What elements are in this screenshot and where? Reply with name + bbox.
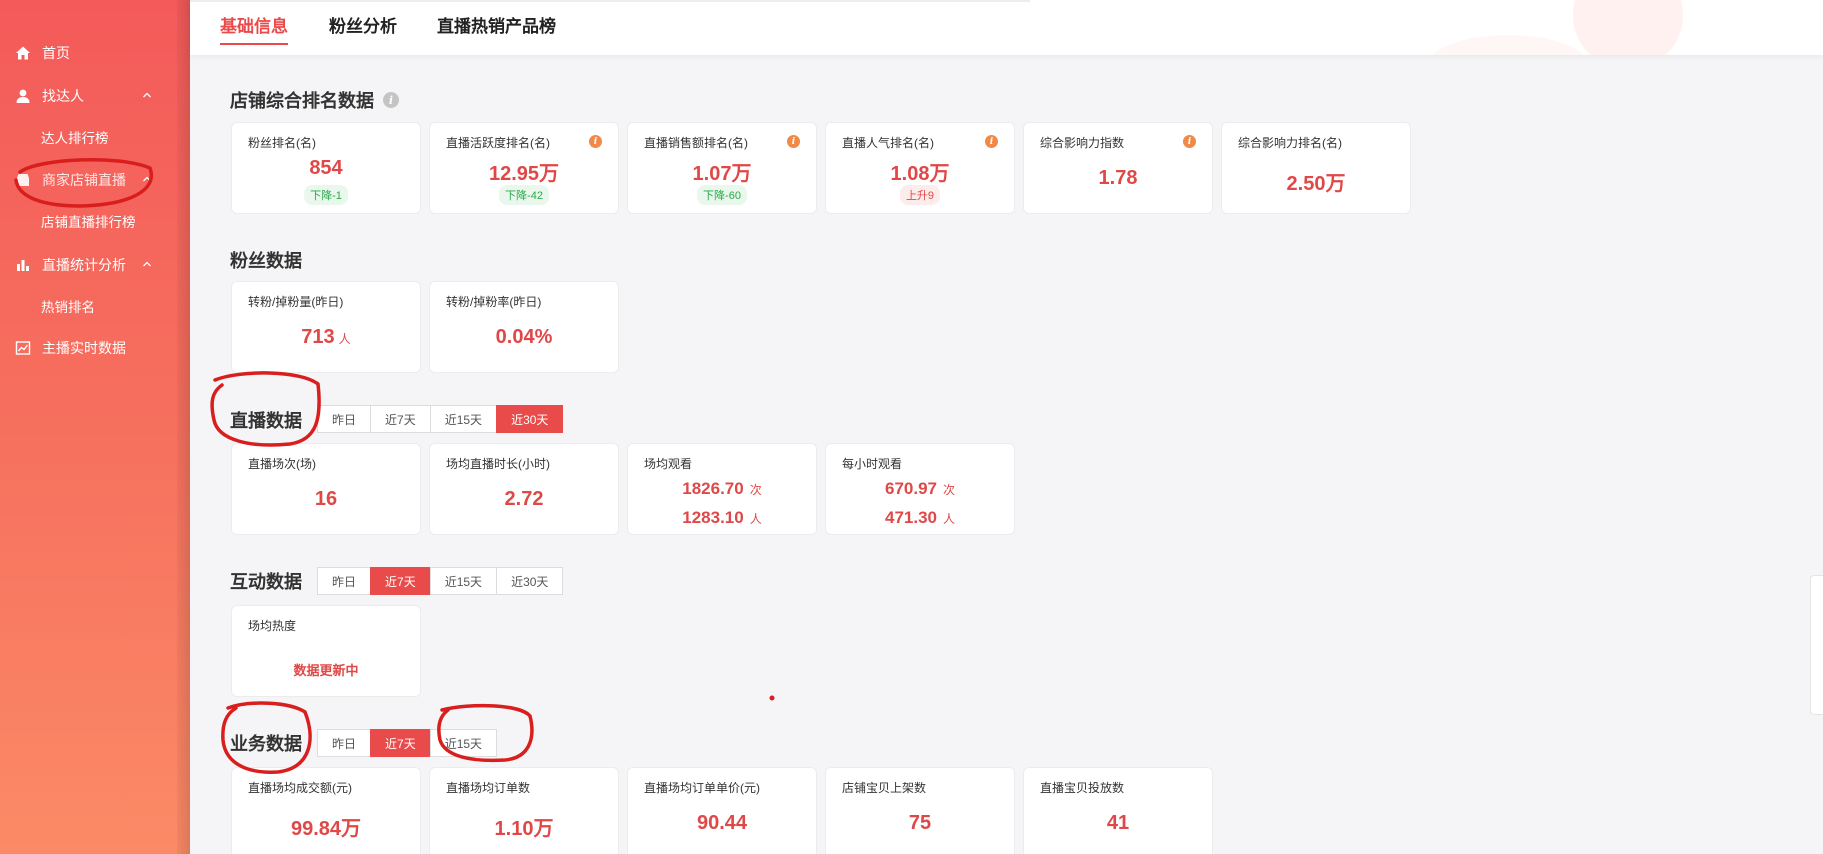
trend-badge: 上升9 — [899, 185, 941, 205]
card-store-listed-items: 店铺宝贝上架数 75 — [825, 767, 1015, 854]
main-content: 基础信息 粉丝分析 直播热销产品榜 店铺综合排名数据 i 粉丝排名(名) 854… — [190, 0, 1823, 854]
card-fans-rate: 转粉/掉粉率(昨日) 0.04% — [429, 281, 619, 373]
sidebar-edge — [177, 0, 190, 854]
sidebar-subitem-influencer-ranking[interactable]: 达人排行榜 — [0, 119, 177, 155]
section-title-business: 业务数据 — [230, 734, 302, 754]
top-divider — [190, 0, 1030, 2]
card-influence-index: 综合影响力指数 i 1.78 — [1023, 122, 1213, 214]
trend-badge: 下降-42 — [499, 185, 549, 205]
sidebar-item-label: 找达人 — [42, 88, 84, 104]
card-avg-duration: 场均直播时长(小时) 2.72 — [429, 443, 619, 535]
tab-bar: 基础信息 粉丝分析 直播热销产品榜 — [190, 0, 1823, 55]
card-avg-orders: 直播场均订单数 1.10万 — [429, 767, 619, 854]
info-icon[interactable]: i — [383, 92, 399, 108]
sidebar-item-label: 主播实时数据 — [42, 340, 126, 356]
card-avg-gmv: 直播场均成交额(元) 99.84万 — [231, 767, 421, 854]
trend-badge: 下降-60 — [697, 185, 747, 205]
sidebar-item-label: 首页 — [42, 45, 70, 61]
status-updating: 数据更新中 — [293, 663, 359, 678]
filter-15-days[interactable]: 近15天 — [429, 729, 498, 757]
sidebar: 首页 找达人 达人排行榜 商家店铺直播 店铺直播排行榜 直播统计分析 热销排名 … — [0, 0, 190, 854]
business-period-filter: 昨日 近7天 近15天 — [317, 729, 498, 757]
filter-30-days[interactable]: 近30天 — [496, 567, 564, 595]
card-fans-change: 转粉/掉粉量(昨日) 713 人 — [231, 281, 421, 373]
sidebar-item-label: 直播统计分析 — [42, 257, 126, 273]
interact-period-filter: 昨日 近7天 近15天 近30天 — [317, 567, 564, 595]
sidebar-item-merchant-live[interactable]: 商家店铺直播 — [0, 160, 177, 200]
filter-7-days[interactable]: 近7天 — [370, 567, 431, 595]
decoration — [1428, 35, 1588, 55]
chevron-up-icon — [140, 257, 154, 271]
card-activity-rank: 直播活跃度排名(名) i 12.95万 下降-42 — [429, 122, 619, 214]
active-tab-indicator — [220, 43, 288, 45]
sidebar-item-find-influencer[interactable]: 找达人 — [0, 76, 177, 116]
sidebar-item-live-stats[interactable]: 直播统计分析 — [0, 245, 177, 285]
filter-yesterday[interactable]: 昨日 — [317, 729, 372, 757]
section-title-fans: 粉丝数据 — [230, 251, 302, 271]
sidebar-item-home[interactable]: 首页 — [0, 33, 177, 73]
card-avg-order-price: 直播场均订单单价(元) 90.44 — [627, 767, 817, 854]
card-hourly-views: 每小时观看 670.97 次 471.30 人 — [825, 443, 1015, 535]
sidebar-item-realtime-data[interactable]: 主播实时数据 — [0, 328, 177, 368]
section-title-interact: 互动数据 — [230, 572, 302, 592]
info-icon[interactable]: i — [589, 135, 602, 148]
user-icon — [14, 87, 32, 105]
filter-30-days[interactable]: 近30天 — [496, 405, 564, 433]
sidebar-subitem-store-live-ranking[interactable]: 店铺直播排行榜 — [0, 203, 177, 239]
sidebar-item-label: 商家店铺直播 — [42, 172, 126, 188]
chevron-up-icon — [140, 88, 154, 102]
card-influence-rank: 综合影响力排名(名) 2.50万 — [1221, 122, 1411, 214]
live-period-filter: 昨日 近7天 近15天 近30天 — [317, 405, 564, 433]
bar-chart-icon — [14, 256, 32, 274]
card-live-items: 直播宝贝投放数 41 — [1023, 767, 1213, 854]
trend-chart-icon — [14, 339, 32, 357]
filter-yesterday[interactable]: 昨日 — [317, 405, 372, 433]
filter-15-days[interactable]: 近15天 — [429, 567, 498, 595]
home-icon — [14, 44, 32, 62]
info-icon[interactable]: i — [1183, 135, 1196, 148]
filter-7-days[interactable]: 近7天 — [370, 729, 431, 757]
card-popularity-rank: 直播人气排名(名) i 1.08万 上升9 — [825, 122, 1015, 214]
card-live-sessions: 直播场次(场) 16 — [231, 443, 421, 535]
section-title-ranking: 店铺综合排名数据 i — [230, 87, 399, 113]
card-avg-heat: 场均热度 数据更新中 — [231, 605, 421, 697]
trend-badge: 下降-1 — [304, 185, 348, 205]
sidebar-subitem-hot-ranking[interactable]: 热销排名 — [0, 288, 177, 324]
chevron-up-icon — [140, 172, 154, 186]
tab-fans-analysis[interactable]: 粉丝分析 — [329, 12, 397, 44]
filter-15-days[interactable]: 近15天 — [429, 405, 498, 433]
floating-side-panel[interactable] — [1810, 575, 1823, 715]
store-icon — [14, 171, 32, 189]
card-avg-views: 场均观看 1826.70 次 1283.10 人 — [627, 443, 817, 535]
tab-basic-info[interactable]: 基础信息 — [220, 12, 288, 44]
filter-7-days[interactable]: 近7天 — [370, 405, 431, 433]
tab-live-hot-products[interactable]: 直播热销产品榜 — [437, 12, 556, 44]
card-fans-rank: 粉丝排名(名) 854 下降-1 — [231, 122, 421, 214]
filter-yesterday[interactable]: 昨日 — [317, 567, 372, 595]
decoration — [1573, 0, 1683, 55]
info-icon[interactable]: i — [985, 135, 998, 148]
card-sales-rank: 直播销售额排名(名) i 1.07万 下降-60 — [627, 122, 817, 214]
info-icon[interactable]: i — [787, 135, 800, 148]
section-title-live: 直播数据 — [230, 411, 302, 431]
